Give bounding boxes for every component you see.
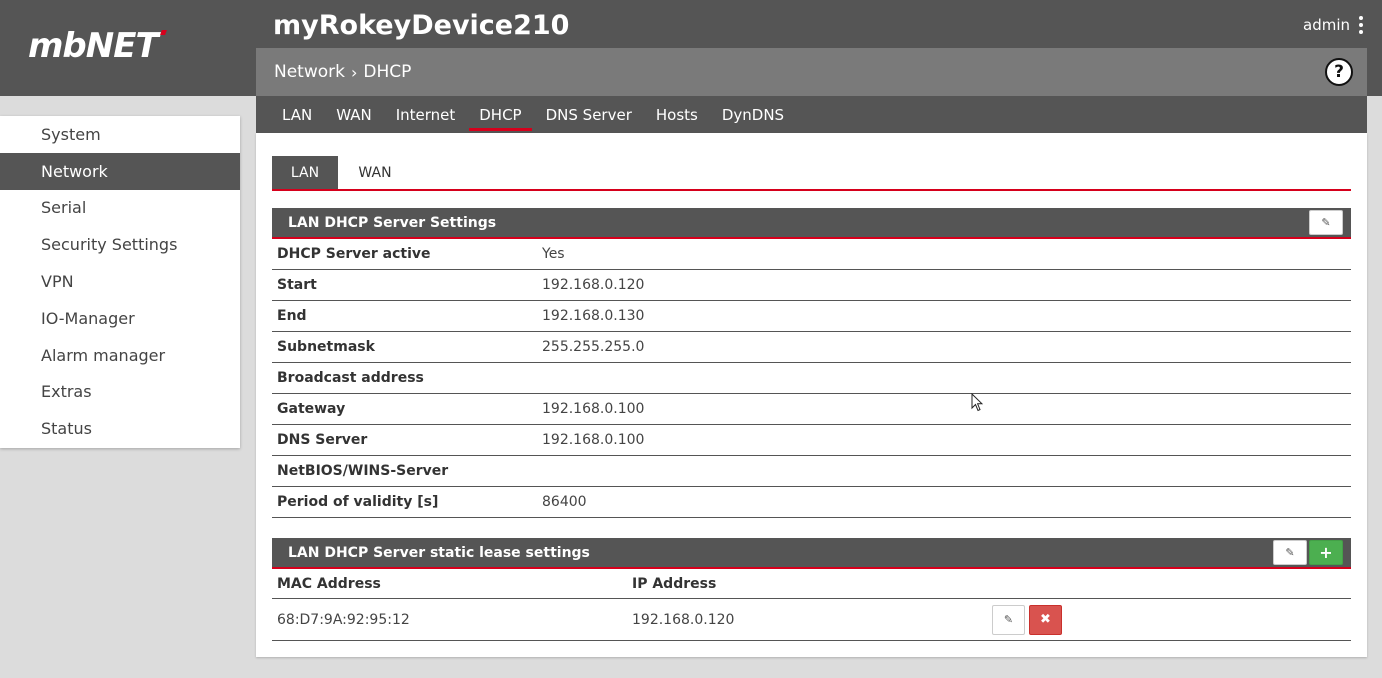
- tab-dns-server[interactable]: DNS Server: [534, 96, 644, 133]
- add-lease-button[interactable]: +: [1309, 540, 1343, 565]
- static-lease-section: LAN DHCP Server static lease settings ✎ …: [272, 538, 1351, 641]
- section-title: LAN DHCP Server Settings: [288, 214, 497, 231]
- sidebar-item-status[interactable]: Status: [0, 410, 240, 447]
- row-value: 192.168.0.130: [542, 308, 645, 324]
- row-label: NetBIOS/WINS-Server: [277, 463, 449, 479]
- mouse-pointer-icon: [971, 393, 983, 412]
- row-label: Period of validity [s]: [277, 494, 439, 510]
- breadcrumb: Network › DHCP ?: [256, 48, 1367, 96]
- tab-hosts[interactable]: Hosts: [644, 96, 710, 133]
- edit-icon: ✎: [1285, 546, 1295, 559]
- row-label: Broadcast address: [277, 370, 424, 386]
- row-label: Gateway: [277, 401, 346, 417]
- breadcrumb-current: DHCP: [363, 62, 412, 82]
- sub-tabs: LAN WAN: [272, 156, 1351, 191]
- brand-logo-text: mbNET: [28, 26, 159, 66]
- row-label: Subnetmask: [277, 339, 375, 355]
- table-row: End 192.168.0.130: [272, 301, 1351, 332]
- close-icon: ✖: [1040, 612, 1051, 627]
- delete-lease-button[interactable]: ✖: [1029, 604, 1062, 635]
- sidebar-item-security-settings[interactable]: Security Settings: [0, 226, 240, 263]
- table-row: 68:D7:9A:92:95:12 192.168.0.120 ✎ ✖: [272, 599, 1351, 641]
- dhcp-settings-section: LAN DHCP Server Settings ✎ DHCP Server a…: [272, 208, 1351, 518]
- user-name: admin: [1303, 16, 1350, 34]
- table-row: Subnetmask 255.255.255.0: [272, 332, 1351, 363]
- row-value: 255.255.255.0: [542, 339, 645, 355]
- sidebar-item-extras[interactable]: Extras: [0, 374, 240, 411]
- row-value: 192.168.0.100: [542, 432, 645, 448]
- chevron-right-icon: ›: [350, 62, 358, 82]
- table-row: NetBIOS/WINS-Server: [272, 456, 1351, 487]
- table-row: Period of validity [s] 86400: [272, 487, 1351, 518]
- lease-mac: 68:D7:9A:92:95:12: [277, 611, 410, 628]
- breadcrumb-parent[interactable]: Network: [274, 62, 345, 82]
- row-value: 86400: [542, 494, 587, 510]
- plus-icon: +: [1319, 543, 1333, 562]
- section-header: LAN DHCP Server static lease settings ✎ …: [272, 538, 1351, 569]
- sidebar-item-vpn[interactable]: VPN: [0, 263, 240, 300]
- kebab-menu-icon[interactable]: [1358, 16, 1364, 34]
- sidebar: System Network Serial Security Settings …: [0, 116, 240, 448]
- table-header: MAC Address IP Address: [272, 569, 1351, 599]
- edit-leases-button[interactable]: ✎: [1273, 540, 1307, 565]
- table-row: Start 192.168.0.120: [272, 270, 1351, 301]
- row-label: DHCP Server active: [277, 246, 431, 262]
- main-tabs: LAN WAN Internet DHCP DNS Server Hosts D…: [256, 96, 1367, 133]
- edit-icon: ✎: [1321, 216, 1331, 229]
- row-label: Start: [277, 277, 317, 293]
- device-title: myRokeyDevice210: [273, 10, 570, 41]
- tab-dhcp[interactable]: DHCP: [467, 96, 533, 133]
- row-label: DNS Server: [277, 432, 368, 448]
- row-value: Yes: [542, 246, 565, 262]
- column-header-ip: IP Address: [632, 575, 717, 592]
- sidebar-item-alarm-manager[interactable]: Alarm manager: [0, 337, 240, 374]
- logo-accent-mark: [159, 30, 167, 35]
- lease-ip: 192.168.0.120: [632, 611, 735, 628]
- table-row: Broadcast address: [272, 363, 1351, 394]
- edit-icon: ✎: [1003, 613, 1014, 626]
- help-icon[interactable]: ?: [1325, 58, 1353, 86]
- row-value: 192.168.0.120: [542, 277, 645, 293]
- table-row: DHCP Server active Yes: [272, 239, 1351, 270]
- user-menu[interactable]: admin: [1303, 16, 1364, 34]
- brand-logo[interactable]: mbNET: [28, 26, 167, 66]
- row-value: 192.168.0.100: [542, 401, 645, 417]
- tab-lan[interactable]: LAN: [270, 96, 324, 133]
- sidebar-item-network[interactable]: Network: [0, 152, 240, 190]
- content-panel: LAN WAN LAN DHCP Server Settings ✎ DHCP …: [256, 133, 1367, 657]
- section-title: LAN DHCP Server static lease settings: [288, 544, 590, 561]
- tab-dyndns[interactable]: DynDNS: [710, 96, 796, 133]
- edit-lease-button[interactable]: ✎: [992, 604, 1025, 635]
- sidebar-item-serial[interactable]: Serial: [0, 190, 240, 227]
- edit-settings-button[interactable]: ✎: [1309, 210, 1343, 235]
- table-row: Gateway 192.168.0.100: [272, 394, 1351, 425]
- subtab-wan[interactable]: WAN: [342, 156, 408, 189]
- sidebar-item-system[interactable]: System: [0, 116, 240, 153]
- subtab-lan[interactable]: LAN: [272, 156, 338, 189]
- tab-internet[interactable]: Internet: [384, 96, 468, 133]
- section-header: LAN DHCP Server Settings ✎: [272, 208, 1351, 239]
- column-header-mac: MAC Address: [277, 575, 381, 592]
- tab-wan[interactable]: WAN: [324, 96, 384, 133]
- sidebar-item-io-manager[interactable]: IO-Manager: [0, 300, 240, 337]
- row-label: End: [277, 308, 307, 324]
- table-row: DNS Server 192.168.0.100: [272, 425, 1351, 456]
